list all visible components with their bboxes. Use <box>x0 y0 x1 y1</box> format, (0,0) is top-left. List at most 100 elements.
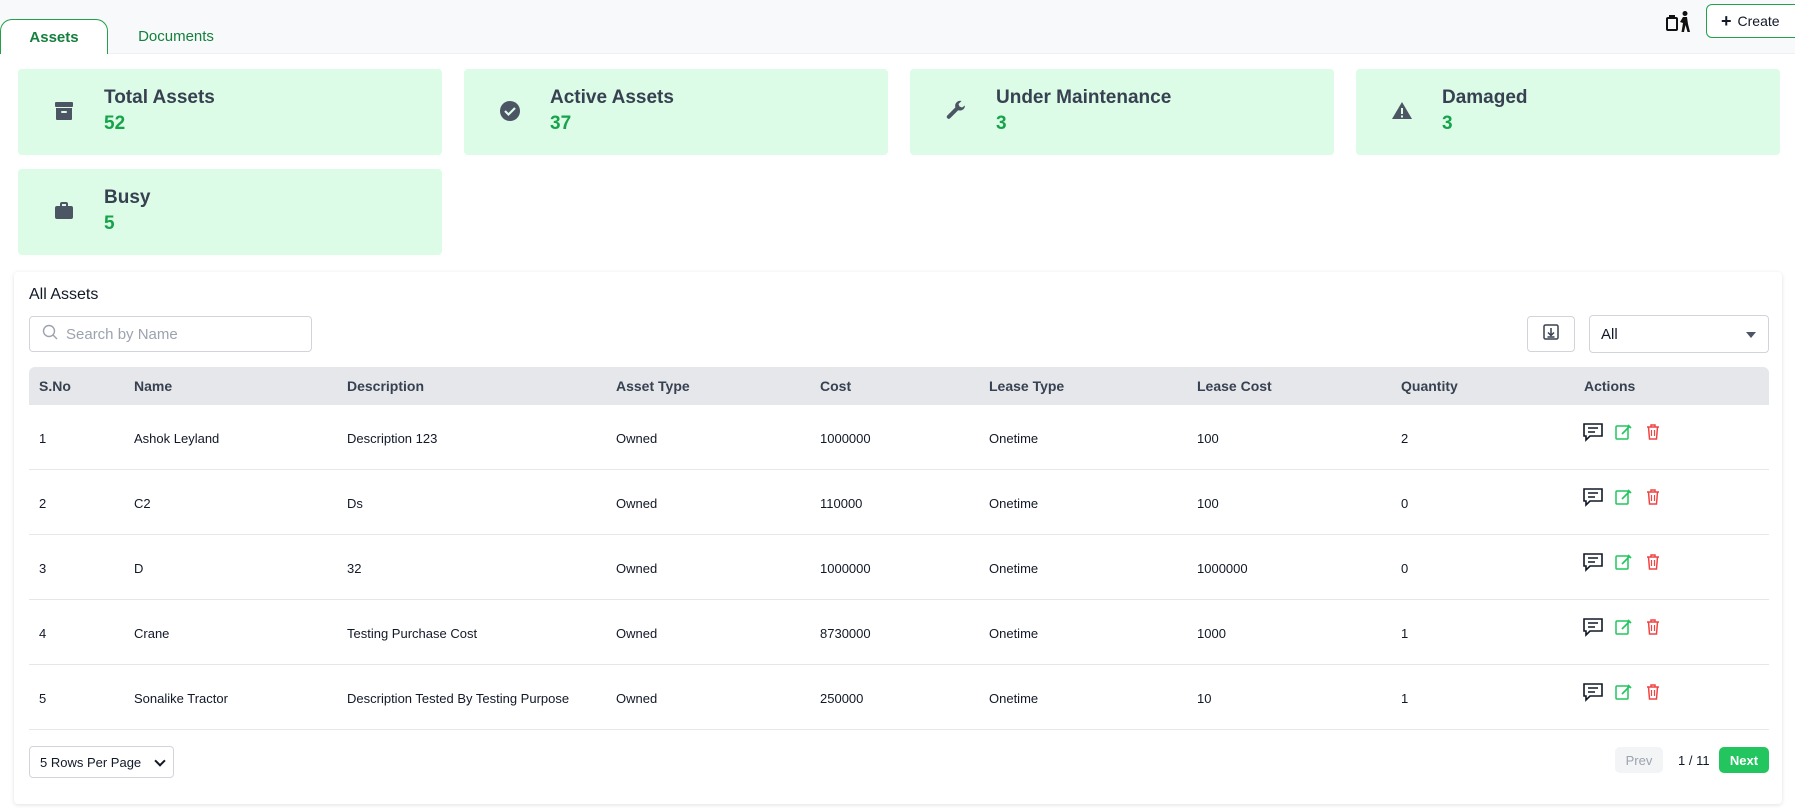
create-button-label: Create <box>1737 13 1780 29</box>
download-button[interactable] <box>1527 316 1575 352</box>
stat-card-total-assets: Total Assets 52 <box>18 69 442 155</box>
comment-icon[interactable] <box>1582 681 1604 703</box>
search-box[interactable] <box>29 316 312 352</box>
caret-down-icon <box>1746 332 1756 338</box>
row-actions <box>1582 616 1664 638</box>
cell-sno: 5 <box>39 691 47 706</box>
cell-cost: 1000000 <box>820 431 871 446</box>
search-icon <box>42 324 58 345</box>
cell-description: Testing Purchase Cost <box>347 626 478 641</box>
stat-card-busy: Busy 5 <box>18 169 442 255</box>
stat-card-damaged: Damaged 3 <box>1356 69 1780 155</box>
cell-lease-cost: 100 <box>1197 431 1219 446</box>
column-header-asset-type: Asset Type <box>616 378 690 394</box>
cell-lease-type: Onetime <box>989 691 1039 706</box>
table-row: 3 D 32 Owned 1000000 Onetime 1000000 0 <box>29 535 1769 600</box>
page-indicator: 1 / 11 <box>1678 753 1710 768</box>
cell-lease-type: Onetime <box>989 496 1039 511</box>
row-actions <box>1582 551 1664 573</box>
cell-asset-type: Owned <box>616 626 658 641</box>
search-input[interactable] <box>66 325 296 343</box>
table-header: S.No Name Description Asset Type Cost Le… <box>29 367 1769 405</box>
cell-quantity: 0 <box>1401 561 1409 576</box>
column-header-sno: S.No <box>39 378 71 394</box>
person-dispose-icon[interactable] <box>1666 10 1692 34</box>
wrench-icon <box>944 99 968 123</box>
stat-value: 5 <box>104 213 115 234</box>
column-header-lease-type: Lease Type <box>989 378 1065 394</box>
stat-title: Total Assets <box>104 87 215 108</box>
briefcase-icon <box>52 199 76 223</box>
panel-title: All Assets <box>29 286 99 303</box>
cell-cost: 250000 <box>820 691 864 706</box>
cell-description: Ds <box>347 496 363 511</box>
edit-icon[interactable] <box>1612 616 1634 638</box>
archive-box-icon <box>52 99 76 123</box>
cell-description: 32 <box>347 561 362 576</box>
stat-value: 3 <box>1442 113 1453 134</box>
comment-icon[interactable] <box>1582 616 1604 638</box>
delete-icon[interactable] <box>1642 616 1664 638</box>
cell-sno: 2 <box>39 496 47 511</box>
cell-lease-cost: 10 <box>1197 691 1212 706</box>
check-circle-icon <box>498 99 522 123</box>
tab-documents[interactable]: Documents <box>128 19 224 54</box>
column-header-cost: Cost <box>820 378 852 394</box>
stat-card-under-maintenance: Under Maintenance 3 <box>910 69 1334 155</box>
cell-sno: 4 <box>39 626 47 641</box>
cell-cost: 8730000 <box>820 626 871 641</box>
cell-sno: 1 <box>39 431 47 446</box>
cell-lease-type: Onetime <box>989 431 1039 446</box>
create-button[interactable]: + Create <box>1706 4 1795 38</box>
cell-sno: 3 <box>39 561 47 576</box>
next-button[interactable]: Next <box>1719 747 1769 773</box>
cell-quantity: 0 <box>1401 496 1409 511</box>
column-header-name: Name <box>134 378 173 394</box>
cell-quantity: 2 <box>1401 431 1409 446</box>
edit-icon[interactable] <box>1612 486 1634 508</box>
cell-name: Crane <box>134 626 170 641</box>
assets-panel: All Assets All S.No Name Description Ass… <box>14 272 1782 804</box>
plus-icon: + <box>1721 11 1732 31</box>
stat-value: 52 <box>104 113 126 134</box>
comment-icon[interactable] <box>1582 421 1604 443</box>
delete-icon[interactable] <box>1642 421 1664 443</box>
filter-value: All <box>1601 325 1618 343</box>
delete-icon[interactable] <box>1642 486 1664 508</box>
cell-asset-type: Owned <box>616 431 658 446</box>
cell-asset-type: Owned <box>616 691 658 706</box>
top-bar: Assets Documents + Create <box>0 0 1795 54</box>
comment-icon[interactable] <box>1582 486 1604 508</box>
tab-assets[interactable]: Assets <box>0 19 108 54</box>
cell-lease-type: Onetime <box>989 561 1039 576</box>
delete-icon[interactable] <box>1642 681 1664 703</box>
comment-icon[interactable] <box>1582 551 1604 573</box>
edit-icon[interactable] <box>1612 421 1634 443</box>
rows-per-page-select[interactable]: 5 Rows Per Page <box>29 746 174 778</box>
table-row: 5 Sonalike Tractor Description Tested By… <box>29 665 1769 730</box>
stat-title: Busy <box>104 187 151 208</box>
delete-icon[interactable] <box>1642 551 1664 573</box>
column-header-actions: Actions <box>1584 378 1636 394</box>
edit-icon[interactable] <box>1612 551 1634 573</box>
stat-title: Damaged <box>1442 87 1528 108</box>
row-actions <box>1582 421 1664 443</box>
download-icon <box>1542 323 1560 346</box>
table-row: 4 Crane Testing Purchase Cost Owned 8730… <box>29 600 1769 665</box>
cell-lease-cost: 1000000 <box>1197 561 1248 576</box>
stat-value: 3 <box>996 113 1007 134</box>
edit-icon[interactable] <box>1612 681 1634 703</box>
column-header-description: Description <box>347 378 425 394</box>
prev-button[interactable]: Prev <box>1615 747 1663 773</box>
table-row: 1 Ashok Leyland Description 123 Owned 10… <box>29 405 1769 470</box>
cell-name: D <box>134 561 144 576</box>
stat-card-active-assets: Active Assets 37 <box>464 69 888 155</box>
row-actions <box>1582 681 1664 703</box>
cell-name: C2 <box>134 496 151 511</box>
cell-lease-cost: 100 <box>1197 496 1219 511</box>
asset-filter-select[interactable]: All <box>1589 315 1769 353</box>
column-header-lease-cost: Lease Cost <box>1197 378 1272 394</box>
stat-title: Under Maintenance <box>996 87 1172 108</box>
stat-value: 37 <box>550 113 572 134</box>
cell-quantity: 1 <box>1401 691 1409 706</box>
